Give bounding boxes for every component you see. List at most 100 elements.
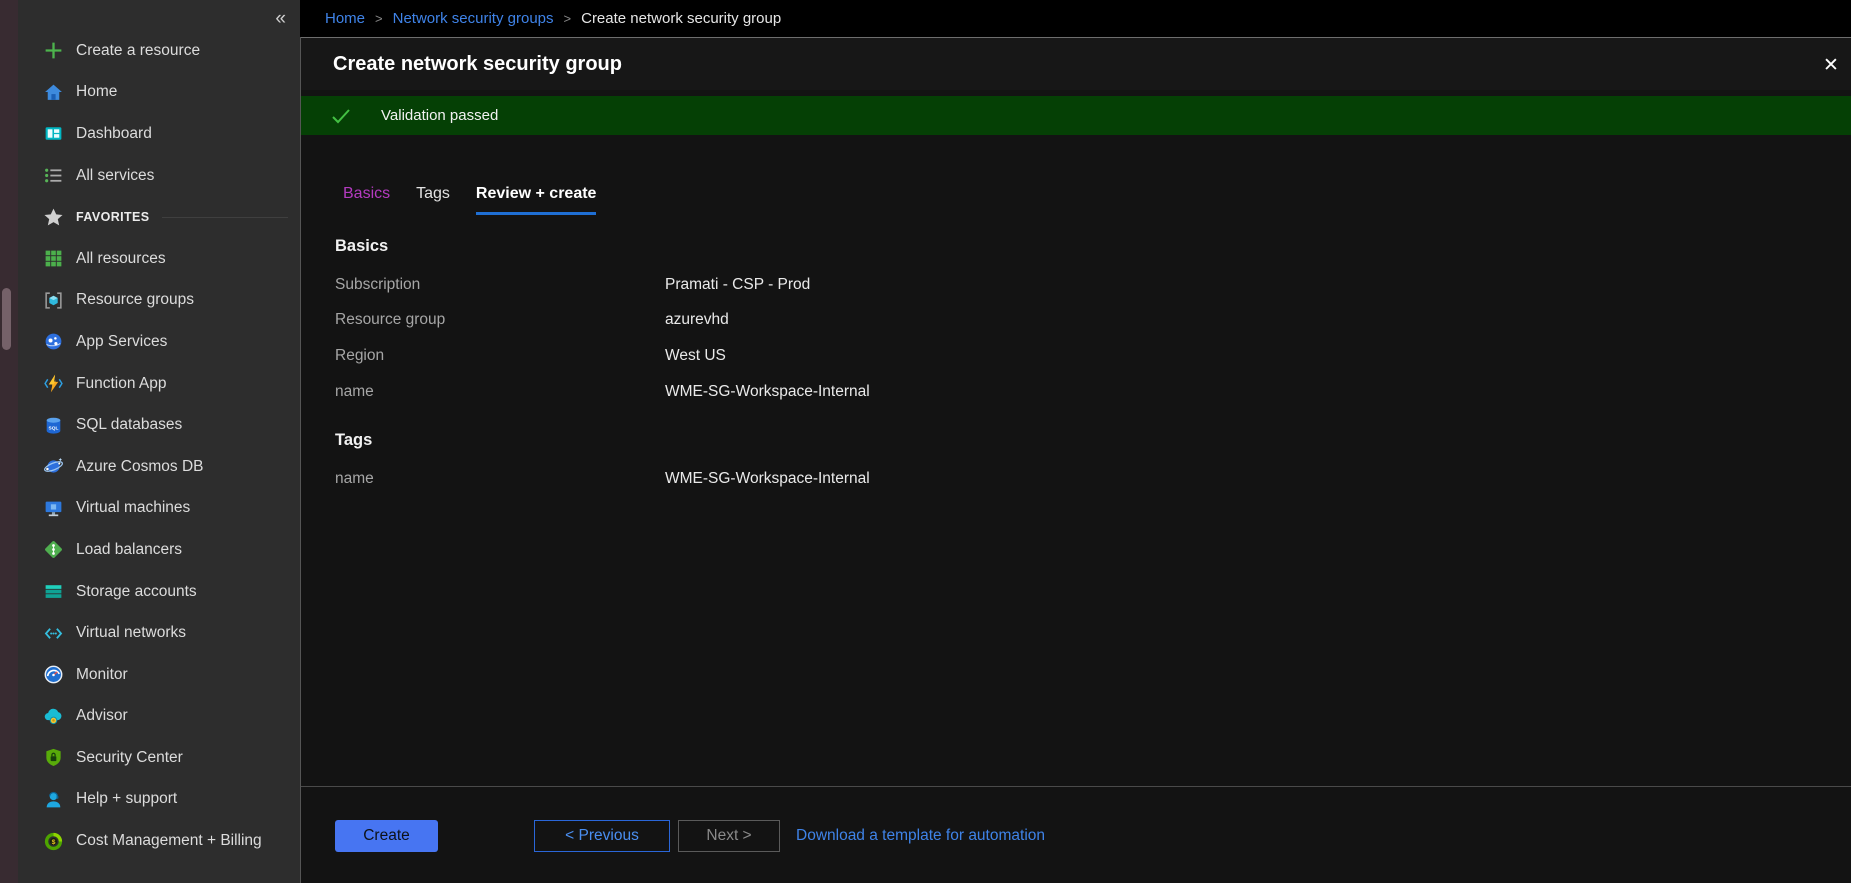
review-row: RegionWest US: [335, 338, 1851, 374]
section-heading: Tags: [335, 431, 1851, 461]
sidebar-item-label: Azure Cosmos DB: [76, 458, 203, 476]
diamond-icon: [43, 539, 64, 560]
breadcrumb: Home > Network security groups > Create netw…: [300, 0, 1851, 37]
sidebar-item-label: Storage accounts: [76, 583, 197, 601]
row-label: name: [335, 470, 665, 488]
row-label: Subscription: [335, 276, 665, 294]
globe-icon: [43, 331, 64, 352]
row-value: azurevhd: [665, 311, 729, 329]
section-heading: Basics: [335, 237, 1851, 267]
row-value: West US: [665, 347, 726, 365]
sidebar-item-home[interactable]: Home: [18, 72, 300, 114]
blade-title-bar: Create network security group ✕: [301, 37, 1851, 90]
checkmark-icon: [329, 104, 353, 128]
planet-icon: [43, 456, 64, 477]
sidebar-item-create-a-resource[interactable]: Create a resource: [18, 30, 300, 72]
vm-monitor-icon: [43, 498, 64, 519]
review-section-tags: Tags nameWME-SG-Workspace-Internal: [335, 431, 1851, 497]
advisor-icon: [43, 706, 64, 727]
content-spacer: [301, 519, 1851, 786]
sidebar-item-azure-cosmos-db[interactable]: Azure Cosmos DB: [18, 446, 300, 488]
sidebar-item-storage-accounts[interactable]: Storage accounts: [18, 571, 300, 613]
validation-status-text: Validation passed: [381, 107, 498, 124]
sidebar-item-security-center[interactable]: Security Center: [18, 737, 300, 779]
favorites-divider: [162, 217, 288, 218]
cube-brackets-icon: [43, 290, 64, 311]
review-row: Resource groupazurevhd: [335, 303, 1851, 339]
breadcrumb-item-network-security-groups[interactable]: Network security groups: [393, 10, 554, 27]
review-section-basics: BasicsSubscriptionPramati - CSP - ProdRe…: [335, 237, 1851, 409]
create-button[interactable]: Create: [335, 820, 438, 852]
sidebar-item-label: All resources: [76, 250, 166, 268]
sidebar-item-all-services[interactable]: All services: [18, 155, 300, 197]
favorites-header: FAVORITES: [18, 196, 300, 238]
main-area: Home > Network security groups > Create netw…: [300, 0, 1851, 883]
sidebar-item-label: Cost Management + Billing: [76, 832, 262, 850]
sidebar-item-label: Load balancers: [76, 541, 182, 559]
sidebar-item-label: Function App: [76, 375, 166, 393]
star-icon: [43, 207, 64, 228]
row-value: WME-SG-Workspace-Internal: [665, 470, 870, 488]
sidebar-item-all-resources[interactable]: All resources: [18, 238, 300, 280]
collapse-sidebar-icon[interactable]: «: [275, 8, 286, 30]
sidebar-item-function-app[interactable]: Function App: [18, 363, 300, 405]
close-icon[interactable]: ✕: [1817, 52, 1845, 80]
row-value: Pramati - CSP - Prod: [665, 276, 810, 294]
tab-basics[interactable]: Basics: [343, 185, 390, 215]
next-button[interactable]: Next >: [678, 820, 780, 852]
grid-icon: [43, 248, 64, 269]
tab-tags[interactable]: Tags: [416, 185, 450, 215]
window-edge-strip: [0, 0, 18, 883]
sidebar-item-advisor[interactable]: Advisor: [18, 696, 300, 738]
sidebar-item-label: SQL databases: [76, 416, 182, 434]
row-label: Region: [335, 347, 665, 365]
sidebar-item-load-balancers[interactable]: Load balancers: [18, 529, 300, 571]
sidebar-item-cost-management-billing[interactable]: $ Cost Management + Billing: [18, 820, 300, 862]
sidebar-item-label: App Services: [76, 333, 167, 351]
sidebar-scrollbar[interactable]: [2, 288, 11, 350]
svg-text:SQL: SQL: [49, 425, 59, 431]
sidebar-item-virtual-machines[interactable]: Virtual machines: [18, 488, 300, 530]
validation-banner: Validation passed: [301, 96, 1851, 135]
sidebar-item-label: Virtual machines: [76, 499, 190, 517]
home-icon: [43, 82, 64, 103]
breadcrumb-item-create-network-security-group: Create network security group: [581, 10, 781, 27]
row-label: Resource group: [335, 311, 665, 329]
sidebar-nav: Create a resource Home Dashboard All servic…: [18, 30, 300, 862]
sidebar-item-label: Monitor: [76, 666, 128, 684]
row-label: name: [335, 383, 665, 401]
sidebar-item-monitor[interactable]: Monitor: [18, 654, 300, 696]
breadcrumb-item-home[interactable]: Home: [325, 10, 365, 27]
plus-icon: [43, 40, 64, 61]
billing-icon: $: [43, 831, 64, 852]
tab-review-create[interactable]: Review + create: [476, 185, 597, 215]
review-content: BasicsSubscriptionPramati - CSP - ProdRe…: [301, 237, 1851, 519]
review-row: SubscriptionPramati - CSP - Prod: [335, 267, 1851, 303]
sidebar-item-label: Resource groups: [76, 291, 194, 309]
sidebar-item-label: FAVORITES: [76, 210, 150, 224]
row-value: WME-SG-Workspace-Internal: [665, 383, 870, 401]
sidebar-item-app-services[interactable]: App Services: [18, 321, 300, 363]
sidebar-item-resource-groups[interactable]: Resource groups: [18, 280, 300, 322]
sidebar-item-label: Create a resource: [76, 42, 200, 60]
review-row: nameWME-SG-Workspace-Internal: [335, 374, 1851, 410]
svg-text:$: $: [52, 839, 56, 846]
footer-bar: Create < Previous Next > Download a temp…: [301, 786, 1851, 883]
breadcrumb-separator: >: [375, 11, 383, 26]
dashboard-icon: [43, 123, 64, 144]
download-template-link[interactable]: Download a template for automation: [796, 820, 1045, 852]
shield-icon: [43, 747, 64, 768]
sidebar-item-virtual-networks[interactable]: Virtual networks: [18, 612, 300, 654]
sidebar-item-dashboard[interactable]: Dashboard: [18, 113, 300, 155]
sidebar-item-help-support[interactable]: Help + support: [18, 779, 300, 821]
sidebar-item-sql-databases[interactable]: SQL SQL databases: [18, 404, 300, 446]
previous-button[interactable]: < Previous: [534, 820, 670, 852]
blade-create-nsg: Create network security group ✕ Validati…: [300, 37, 1851, 883]
page-title: Create network security group: [333, 53, 622, 76]
sidebar-item-label: Dashboard: [76, 125, 152, 143]
support-icon: [43, 789, 64, 810]
list-icon: [43, 165, 64, 186]
sidebar-item-label: Home: [76, 83, 117, 101]
sidebar-item-label: Security Center: [76, 749, 183, 767]
breadcrumb-separator: >: [564, 11, 572, 26]
